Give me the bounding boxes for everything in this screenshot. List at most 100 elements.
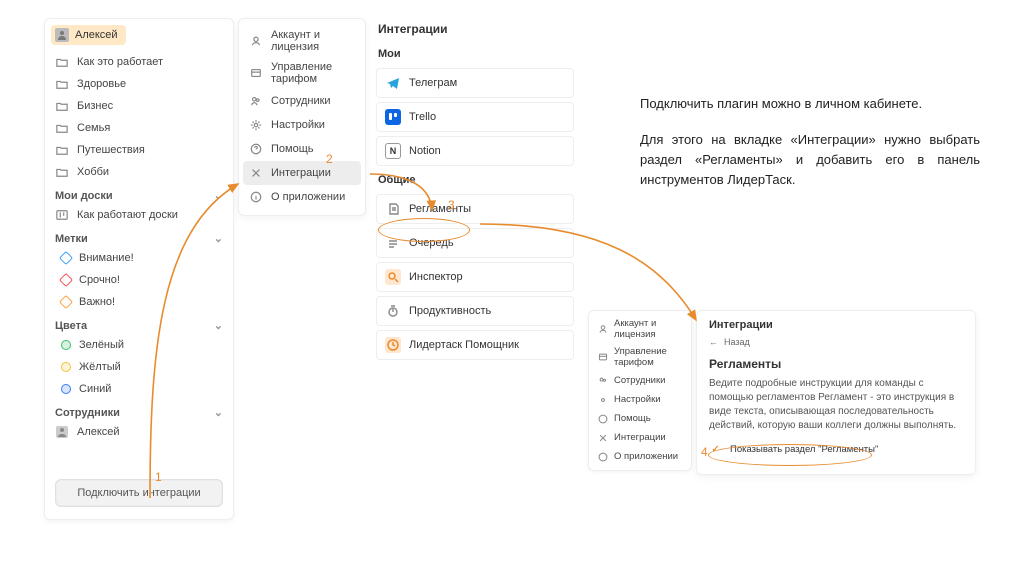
settings-sm-settings[interactable]: Настройки	[589, 390, 691, 409]
color-swatch	[61, 362, 71, 372]
color-swatch	[61, 340, 71, 350]
tag-item[interactable]: Срочно!	[45, 269, 233, 291]
settings-item-integrations[interactable]: Интеграции	[243, 161, 361, 185]
billing-icon	[597, 352, 608, 363]
color-item[interactable]: Синий	[45, 378, 233, 400]
settings-item-help[interactable]: Помощь	[239, 137, 365, 161]
settings-item-about[interactable]: О приложении	[239, 185, 365, 209]
board-item[interactable]: Как работают доски	[45, 204, 233, 226]
sidebar: Алексей Как это работает Здоровье Бизнес…	[44, 18, 234, 520]
integration-inspector[interactable]: Инспектор	[376, 262, 574, 292]
folder-icon	[55, 121, 69, 135]
project-label: Семья	[77, 122, 110, 134]
telegram-icon	[385, 75, 401, 91]
project-label: Бизнес	[77, 100, 113, 112]
info-icon	[249, 190, 263, 204]
section-tags[interactable]: Метки⌄	[45, 226, 233, 247]
integration-telegram[interactable]: Телеграм	[376, 68, 574, 98]
tag-item[interactable]: Важно!	[45, 291, 233, 313]
user-icon	[249, 34, 263, 48]
tag-item[interactable]: Внимание!	[45, 247, 233, 269]
project-label: Как это работает	[77, 56, 163, 68]
detail-heading: Интеграции	[709, 319, 963, 331]
connect-integrations-button[interactable]: Подключить интеграции	[55, 479, 223, 507]
integration-notion[interactable]: NNotion	[376, 136, 574, 166]
section-employees[interactable]: Сотрудники⌄	[45, 400, 233, 421]
people-icon	[597, 375, 608, 386]
integration-queue[interactable]: Очередь	[376, 228, 574, 258]
folder-icon	[55, 55, 69, 69]
user-chip[interactable]: Алексей	[51, 25, 126, 45]
instruction-copy: Подключить плагин можно в личном кабинет…	[640, 94, 980, 191]
project-item[interactable]: Путешествия	[45, 139, 233, 161]
notion-icon: N	[385, 143, 401, 159]
integrations-title: Интеграции	[370, 18, 580, 44]
color-item[interactable]: Жёлтый	[45, 356, 233, 378]
project-label: Здоровье	[77, 78, 126, 90]
helper-icon	[385, 337, 401, 353]
settings-menu: Аккаунт и лицензия Управление тарифом Со…	[238, 18, 366, 216]
reglaments-icon	[385, 201, 401, 217]
project-item[interactable]: Семья	[45, 117, 233, 139]
back-button[interactable]: ←Назад	[709, 337, 963, 347]
productivity-icon	[385, 303, 401, 319]
tag-icon	[59, 273, 73, 287]
chevron-down-icon: ⌄	[214, 406, 223, 419]
people-icon	[249, 94, 263, 108]
settings-sm-integrations[interactable]: Интеграции	[589, 428, 691, 447]
trello-icon	[385, 109, 401, 125]
chevron-down-icon: ⌄	[214, 232, 223, 245]
detail-title: Регламенты	[709, 357, 963, 371]
settings-sm-account[interactable]: Аккаунт и лицензия	[589, 315, 691, 343]
detail-description: Ведите подробные инструкции для команды …	[709, 377, 963, 433]
board-label: Как работают доски	[77, 209, 178, 221]
user-icon	[597, 324, 608, 335]
settings-item-employees[interactable]: Сотрудники	[239, 89, 365, 113]
settings-sm-billing[interactable]: Управление тарифом	[589, 343, 691, 371]
settings-menu-small: Аккаунт и лицензия Управление тарифом Со…	[588, 310, 692, 471]
settings-item-settings[interactable]: Настройки	[239, 113, 365, 137]
group-common: Общие	[370, 170, 580, 190]
section-colors[interactable]: Цвета⌄	[45, 313, 233, 334]
gear-icon	[249, 118, 263, 132]
annotation-number-1: 1	[155, 470, 162, 484]
inspector-icon	[385, 269, 401, 285]
integrations-icon	[249, 166, 263, 180]
project-item[interactable]: Хобби	[45, 161, 233, 183]
annotation-number-2: 2	[326, 152, 333, 166]
integration-productivity[interactable]: Продуктивность	[376, 296, 574, 326]
gear-icon	[597, 394, 608, 405]
settings-item-billing[interactable]: Управление тарифом	[239, 57, 365, 89]
project-item[interactable]: Как это работает	[45, 51, 233, 73]
tag-icon	[59, 295, 73, 309]
integrations-icon	[597, 432, 608, 443]
settings-sm-help[interactable]: Помощь	[589, 409, 691, 428]
integration-detail-card: Интеграции ←Назад Регламенты Ведите подр…	[696, 310, 976, 475]
project-item[interactable]: Здоровье	[45, 73, 233, 95]
chevron-down-icon: ⌄	[214, 319, 223, 332]
settings-item-account[interactable]: Аккаунт и лицензия	[239, 25, 365, 57]
color-item[interactable]: Зелёный	[45, 334, 233, 356]
integration-trello[interactable]: Trello	[376, 102, 574, 132]
help-icon	[249, 142, 263, 156]
settings-sm-employees[interactable]: Сотрудники	[589, 371, 691, 390]
project-item[interactable]: Бизнес	[45, 95, 233, 117]
annotation-number-4: 4	[701, 445, 708, 459]
check-icon: ✓	[709, 443, 722, 456]
employee-item[interactable]: Алексей	[45, 421, 233, 443]
copy-line-1: Подключить плагин можно в личном кабинет…	[640, 94, 980, 114]
toggle-show-reglaments[interactable]: ✓ Показывать раздел "Регламенты"	[709, 443, 963, 456]
settings-sm-about[interactable]: О приложении	[589, 447, 691, 466]
color-swatch	[61, 384, 71, 394]
integration-reglaments[interactable]: Регламенты	[376, 194, 574, 224]
integration-helper[interactable]: Лидертаск Помощник	[376, 330, 574, 360]
integrations-panel: Интеграции Мои Телеграм Trello NNotion О…	[370, 18, 580, 364]
folder-icon	[55, 99, 69, 113]
info-icon	[597, 451, 608, 462]
board-icon	[55, 208, 69, 222]
tag-icon	[59, 251, 73, 265]
user-name: Алексей	[75, 29, 118, 41]
toggle-label: Показывать раздел "Регламенты"	[730, 444, 878, 455]
avatar-icon	[55, 425, 69, 439]
section-boards[interactable]: Мои доски⌄	[45, 183, 233, 204]
